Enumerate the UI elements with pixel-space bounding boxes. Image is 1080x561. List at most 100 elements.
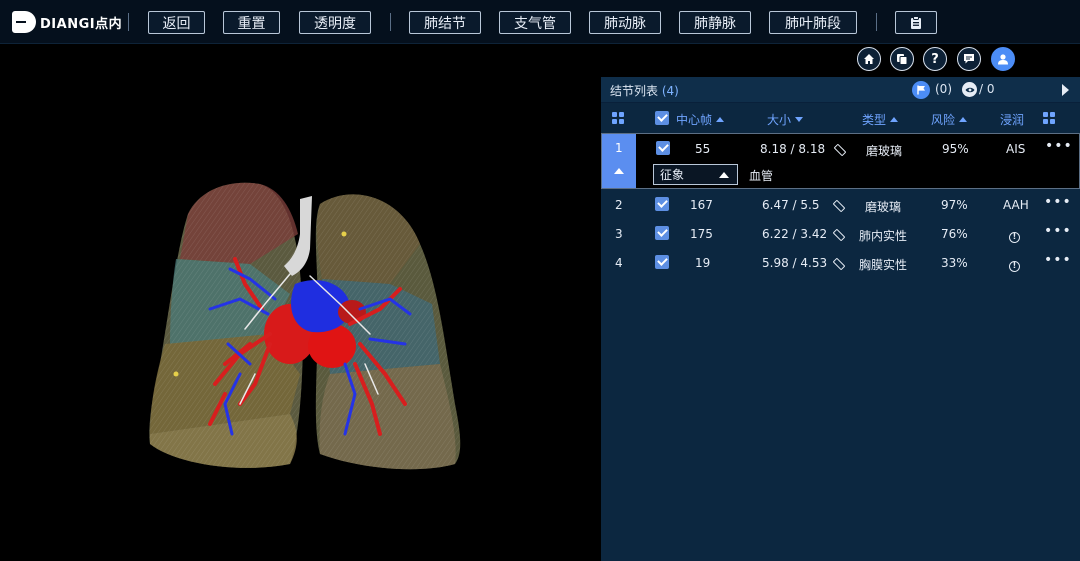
- clipboard-button[interactable]: [895, 11, 937, 34]
- panel-title: 结节列表 (4): [610, 82, 679, 99]
- row-risk: 76%: [941, 227, 968, 241]
- row-center-frame: 55: [695, 142, 711, 156]
- column-type-label: 类型: [862, 113, 887, 127]
- row-risk: 97%: [941, 198, 968, 212]
- row-checkbox[interactable]: [656, 141, 670, 155]
- column-center-frame[interactable]: 中心帧: [676, 111, 725, 128]
- row-type: 肺内实性: [859, 229, 908, 243]
- column-size[interactable]: 大小: [767, 111, 804, 128]
- flag-icon: [916, 85, 925, 95]
- user-button[interactable]: [991, 47, 1015, 71]
- row-checkbox[interactable]: [655, 197, 669, 211]
- row-checkbox[interactable]: [655, 226, 669, 240]
- pulmonary-vein-button[interactable]: 肺静脉: [679, 11, 751, 34]
- clipboard-icon: [911, 15, 921, 29]
- collapse-up-icon[interactable]: [614, 168, 624, 174]
- eye-filter-button[interactable]: [962, 82, 977, 97]
- table-header: 中心帧 大小 类型 风险 浸润: [601, 104, 1080, 132]
- measure-button[interactable]: [833, 142, 847, 157]
- lobe-segment-button[interactable]: 肺叶肺段: [769, 11, 857, 34]
- ruler-icon: [833, 143, 847, 157]
- feature-dropdown-label: 征象: [660, 168, 685, 182]
- bronchus-button[interactable]: 支气管: [499, 11, 571, 34]
- column-center-frame-label: 中心帧: [676, 113, 713, 127]
- measure-button[interactable]: [832, 256, 846, 271]
- select-all-checkbox[interactable]: [655, 111, 669, 125]
- reset-button[interactable]: 重置: [223, 11, 280, 34]
- collapse-arrow-icon[interactable]: [1062, 84, 1069, 96]
- column-infiltration-label: 浸润: [1000, 113, 1025, 127]
- column-grid-button[interactable]: [1043, 112, 1055, 124]
- back-button[interactable]: 返回: [148, 11, 205, 34]
- info-icon: !: [1009, 260, 1020, 272]
- ruler-icon: [832, 257, 846, 271]
- sort-up-icon: [890, 117, 899, 122]
- table-row[interactable]: 2 167 6.47 / 5.5 磨玻璃 97% AAH •••: [601, 190, 1080, 219]
- measure-button[interactable]: [832, 198, 846, 213]
- toolbar-divider: [128, 13, 129, 31]
- copy-button[interactable]: [890, 47, 914, 71]
- more-options-button[interactable]: •••: [1044, 253, 1072, 267]
- info-button[interactable]: !: [1009, 257, 1020, 272]
- column-risk[interactable]: 风险: [931, 111, 968, 128]
- message-icon: [964, 54, 974, 64]
- row-risk: 95%: [942, 142, 969, 156]
- toolbar-divider: [876, 13, 877, 31]
- table-row-selected[interactable]: 1 55 8.18 / 8.18 磨玻璃 95% AIS ••• 征象 血管: [601, 133, 1080, 189]
- row-infiltration: AAH: [1003, 198, 1029, 212]
- opacity-button[interactable]: 透明度: [299, 11, 371, 34]
- checkbox-icon: [655, 111, 669, 125]
- more-options-button[interactable]: •••: [1045, 139, 1073, 153]
- feature-value: 血管: [749, 169, 774, 183]
- more-options-button[interactable]: •••: [1044, 224, 1072, 238]
- row-size: 6.47 / 5.5: [762, 198, 820, 212]
- pulmonary-artery-button[interactable]: 肺动脉: [589, 11, 661, 34]
- home-icon: [864, 54, 874, 64]
- measure-button[interactable]: [832, 227, 846, 242]
- row-type: 磨玻璃: [865, 200, 902, 214]
- lung-nodule-button[interactable]: 肺结节: [409, 11, 481, 34]
- column-type[interactable]: 类型: [862, 111, 899, 128]
- app-logo: DIANGI点内: [12, 11, 122, 33]
- user-icon: [998, 54, 1008, 65]
- row-center-frame: 167: [690, 198, 713, 212]
- sort-up-icon: [716, 117, 725, 122]
- flag-filter-button[interactable]: [912, 81, 930, 99]
- ruler-icon: [832, 199, 846, 213]
- checkbox-icon: [655, 197, 669, 211]
- eye-icon: [965, 87, 974, 92]
- sort-up-icon: [959, 117, 968, 122]
- info-icon: !: [1009, 231, 1020, 243]
- row-index: 3: [615, 227, 623, 241]
- table-row[interactable]: 4 19 5.98 / 4.53 胸膜实性 33% ! •••: [601, 248, 1080, 277]
- row-index: 4: [615, 256, 623, 270]
- table-row[interactable]: 3 175 6.22 / 3.42 肺内实性 76% ! •••: [601, 219, 1080, 248]
- nodule-list-panel: 结节列表 (4) (0) / 0 中心帧 大小 类型 风险 浸润 1 55 8.…: [601, 77, 1080, 561]
- feature-dropdown[interactable]: 征象: [653, 164, 738, 185]
- column-size-label: 大小: [767, 113, 792, 127]
- row-index: 1: [615, 141, 623, 155]
- panel-header: 结节列表 (4) (0) / 0: [601, 77, 1080, 103]
- checkbox-icon: [655, 226, 669, 240]
- column-settings-button[interactable]: [612, 112, 624, 124]
- row-size: 6.22 / 3.42: [762, 227, 828, 241]
- logo-mark-icon: [12, 11, 36, 33]
- help-button[interactable]: ?: [923, 47, 947, 71]
- sort-down-icon: [795, 117, 804, 122]
- row-center-frame: 19: [695, 256, 711, 270]
- checkbox-icon: [655, 255, 669, 269]
- column-infiltration[interactable]: 浸润: [1000, 111, 1024, 128]
- row-checkbox[interactable]: [655, 255, 669, 269]
- top-toolbar: DIANGI点内 返回 重置 透明度 肺结节 支气管 肺动脉 肺静脉 肺叶肺段: [0, 0, 1080, 44]
- more-options-button[interactable]: •••: [1044, 195, 1072, 209]
- row-index: 2: [615, 198, 623, 212]
- row-size: 8.18 / 8.18: [760, 142, 826, 156]
- info-button[interactable]: !: [1009, 228, 1020, 243]
- lung-3d-viewport[interactable]: [0, 44, 600, 561]
- row-risk: 33%: [941, 256, 968, 270]
- home-button[interactable]: [857, 47, 881, 71]
- column-risk-label: 风险: [931, 113, 956, 127]
- grid-icon: [612, 112, 624, 124]
- message-button[interactable]: [957, 47, 981, 71]
- copy-icon: [897, 54, 908, 65]
